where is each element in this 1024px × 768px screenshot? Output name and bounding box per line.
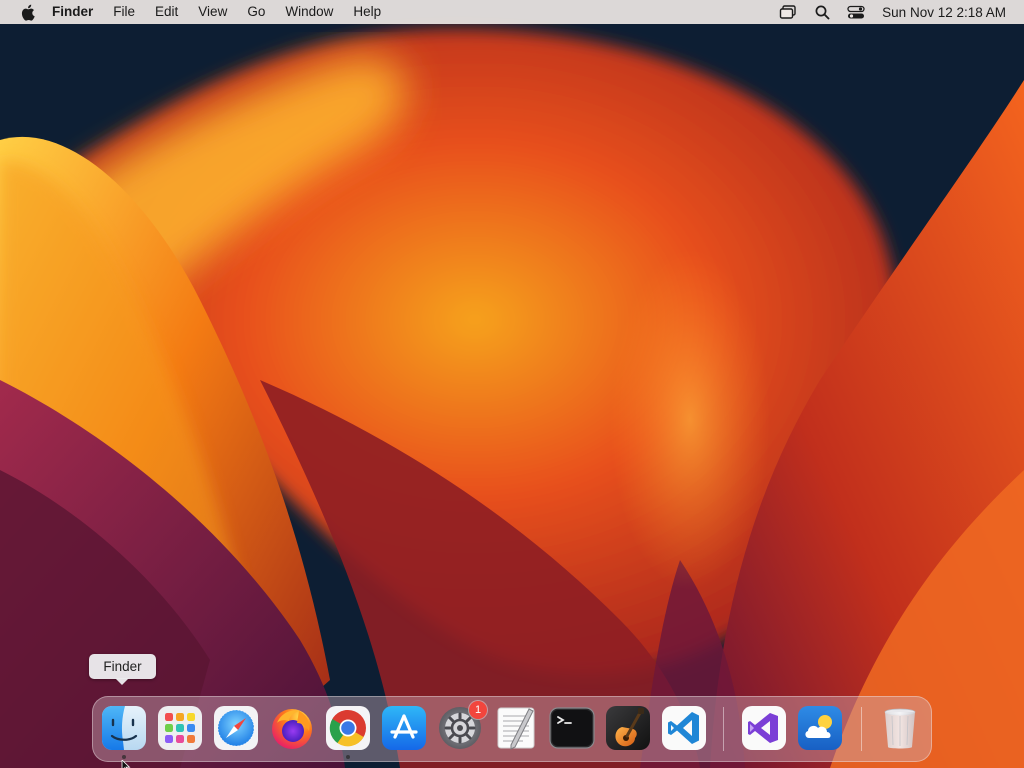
menu-help[interactable]: Help — [343, 0, 391, 24]
garageband-icon — [606, 706, 650, 750]
firefox-icon — [272, 709, 312, 749]
visual-studio-icon — [742, 706, 786, 750]
running-indicator — [346, 755, 350, 759]
dock-item-launchpad[interactable] — [157, 705, 203, 751]
apple-menu-icon[interactable] — [18, 3, 36, 21]
dock-tooltip: Finder — [89, 654, 156, 685]
dock-item-vscode[interactable] — [661, 705, 707, 751]
spotlight-search-icon[interactable] — [812, 3, 832, 21]
dock-item-chrome[interactable] — [325, 705, 371, 759]
dock-separator — [861, 707, 862, 751]
menu-view[interactable]: View — [188, 0, 237, 24]
running-indicator — [122, 755, 126, 759]
dock-item-terminal[interactable] — [549, 705, 595, 751]
terminal-icon — [549, 707, 595, 749]
screen-mirroring-icon[interactable] — [778, 3, 798, 21]
app-store-icon — [382, 706, 426, 750]
dock-item-visual-studio[interactable] — [741, 705, 787, 751]
menu-bar-clock[interactable]: Sun Nov 12 2:18 AM — [882, 5, 1006, 20]
control-center-icon[interactable] — [846, 3, 866, 21]
menu-window[interactable]: Window — [275, 0, 343, 24]
textedit-icon — [497, 707, 535, 750]
wallpaper-image — [0, 0, 1024, 768]
dock-item-textedit[interactable] — [493, 705, 539, 751]
menu-file[interactable]: File — [103, 0, 145, 24]
notification-badge: 1 — [469, 701, 487, 719]
menu-bar: Finder File Edit View Go Window Help Sun… — [0, 0, 1024, 24]
dock-tooltip-label: Finder — [103, 659, 142, 674]
vscode-icon — [662, 706, 706, 750]
weather-icon — [798, 706, 842, 750]
menu-go[interactable]: Go — [237, 0, 275, 24]
desktop[interactable]: Finder File Edit View Go Window Help Sun… — [0, 0, 1024, 768]
dock-item-system-settings[interactable]: 1 — [437, 701, 487, 751]
dock-item-weather[interactable] — [797, 705, 843, 751]
dock-item-trash[interactable] — [877, 705, 923, 751]
dock: 1 — [92, 696, 932, 762]
dock-item-garageband[interactable] — [605, 705, 651, 751]
trash-icon — [884, 708, 916, 749]
dock-item-app-store[interactable] — [381, 705, 427, 751]
dock-item-safari[interactable] — [213, 705, 259, 751]
mouse-cursor-icon — [121, 760, 131, 768]
dock-separator — [723, 707, 724, 751]
dock-item-firefox[interactable] — [269, 705, 315, 751]
dock-item-finder[interactable] — [101, 705, 147, 759]
menu-app-name[interactable]: Finder — [52, 0, 103, 24]
finder-icon — [102, 706, 146, 750]
chrome-icon — [326, 706, 370, 750]
menu-bar-status-area: Sun Nov 12 2:18 AM — [764, 0, 1024, 24]
menu-edit[interactable]: Edit — [145, 0, 188, 24]
safari-icon — [214, 706, 258, 750]
launchpad-icon — [158, 706, 202, 750]
